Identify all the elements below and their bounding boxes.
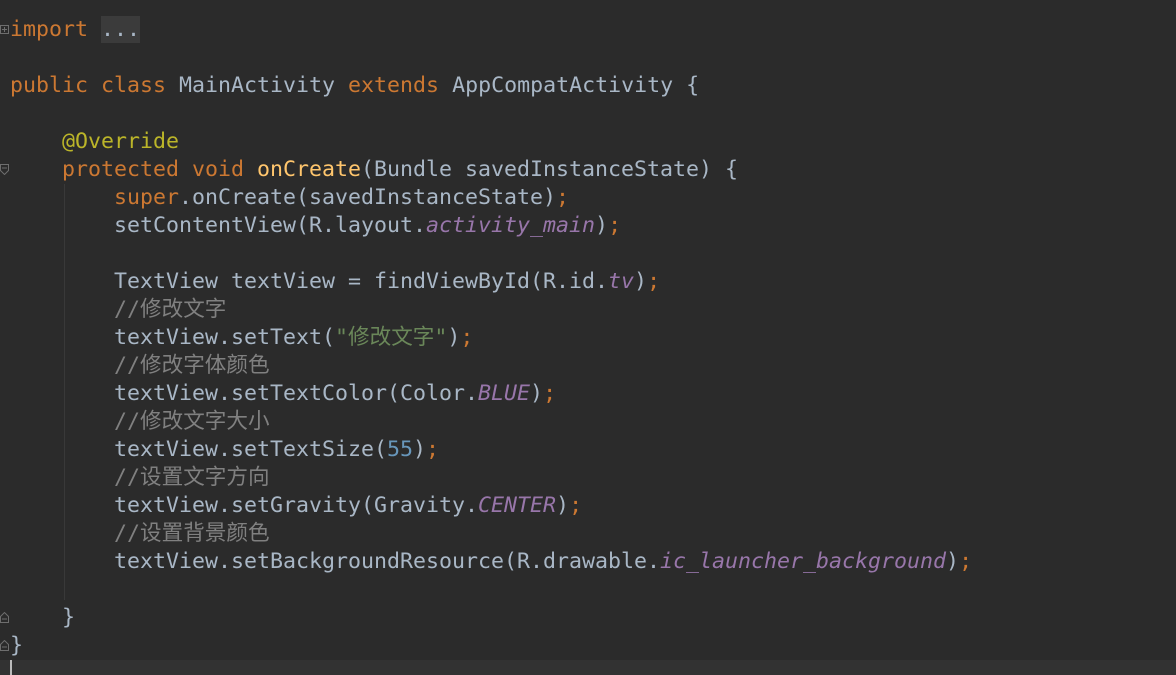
code-line[interactable] — [10, 44, 1176, 72]
identifier-token[interactable]: textView.setGravity(Gravity. — [10, 493, 478, 518]
code-line[interactable]: textView.setBackgroundResource(R.drawabl… — [10, 548, 1176, 576]
code-line[interactable]: textView.setTextColor(Color.BLUE); — [10, 380, 1176, 408]
semicolon-token[interactable]: ; — [959, 549, 972, 574]
identifier-token[interactable]: .onCreate(savedInstanceState) — [179, 185, 556, 210]
keyword-token[interactable]: void — [192, 157, 257, 182]
identifier-token[interactable]: } — [10, 605, 75, 630]
string-literal-token[interactable]: "修改文字" — [335, 325, 447, 350]
keyword-token[interactable]: protected — [10, 157, 192, 182]
identifier-token[interactable]: (Bundle savedInstanceState) { — [361, 157, 738, 182]
identifier-token[interactable]: ) — [530, 381, 543, 406]
current-line-highlight[interactable] — [0, 660, 1176, 675]
editor-gutter[interactable] — [0, 0, 10, 675]
identifier-token[interactable]: textView.setTextSize( — [10, 437, 387, 462]
code-line[interactable]: //设置背景颜色 — [10, 520, 1176, 548]
identifier-token[interactable]: setContentView(R.layout. — [10, 213, 426, 238]
code-line[interactable]: @Override — [10, 128, 1176, 156]
code-line[interactable] — [10, 100, 1176, 128]
code-line[interactable]: public class MainActivity extends AppCom… — [10, 72, 1176, 100]
identifier-token[interactable]: textView.setText( — [10, 325, 335, 350]
code-line[interactable]: super.onCreate(savedInstanceState); — [10, 184, 1176, 212]
identifier-token[interactable]: ) — [634, 269, 647, 294]
identifier-token[interactable]: ) — [413, 437, 426, 462]
keyword-token[interactable]: public — [10, 73, 101, 98]
code-line[interactable]: protected void onCreate(Bundle savedInst… — [10, 156, 1176, 184]
identifier-token[interactable]: ) — [447, 325, 460, 350]
code-area[interactable]: import ... public class MainActivity exte… — [10, 16, 1176, 660]
identifier-token[interactable]: ) — [556, 493, 569, 518]
constant-field-token[interactable]: BLUE — [478, 381, 530, 406]
fold-start-icon[interactable] — [0, 164, 9, 175]
identifier-token[interactable]: textView.setBackgroundResource(R.drawabl… — [10, 549, 660, 574]
identifier-token[interactable]: AppCompatActivity { — [452, 73, 699, 98]
semicolon-token[interactable]: ; — [543, 381, 556, 406]
identifier-token[interactable]: ) — [946, 549, 959, 574]
code-line[interactable]: import ... — [10, 16, 1176, 44]
folded-region[interactable]: ... — [101, 16, 141, 43]
annotation-token[interactable]: @Override — [10, 129, 179, 154]
comment-token[interactable]: //设置背景颜色 — [10, 521, 270, 546]
keyword-token[interactable]: super — [10, 185, 179, 210]
semicolon-token[interactable]: ; — [460, 325, 473, 350]
semicolon-token[interactable]: ; — [569, 493, 582, 518]
code-line[interactable]: } — [10, 632, 1176, 660]
semicolon-token[interactable]: ; — [426, 437, 439, 462]
code-line[interactable]: //修改文字 — [10, 296, 1176, 324]
semicolon-token[interactable]: ; — [647, 269, 660, 294]
code-line[interactable]: textView.setText("修改文字"); — [10, 324, 1176, 352]
constant-field-token[interactable]: CENTER — [478, 493, 556, 518]
code-line[interactable] — [10, 576, 1176, 604]
semicolon-token[interactable]: ; — [608, 213, 621, 238]
fold-end-icon[interactable] — [0, 640, 9, 651]
constant-field-token[interactable]: tv — [608, 269, 634, 294]
semicolon-token[interactable]: ; — [556, 185, 569, 210]
code-line[interactable]: TextView textView = findViewById(R.id.tv… — [10, 268, 1176, 296]
code-line[interactable]: //修改字体颜色 — [10, 352, 1176, 380]
keyword-token[interactable]: extends — [348, 73, 452, 98]
code-line[interactable]: textView.setTextSize(55); — [10, 436, 1176, 464]
number-literal-token[interactable]: 55 — [387, 437, 413, 462]
fold-end-icon[interactable] — [0, 612, 9, 623]
code-line[interactable]: } — [10, 604, 1176, 632]
code-editor[interactable]: import ... public class MainActivity exte… — [0, 0, 1176, 675]
comment-token[interactable]: //修改文字 — [10, 297, 226, 322]
comment-token[interactable]: //修改字体颜色 — [10, 353, 270, 378]
identifier-token[interactable]: TextView textView = findViewById(R.id. — [10, 269, 608, 294]
identifier-token[interactable]: MainActivity — [179, 73, 348, 98]
comment-token[interactable]: //设置文字方向 — [10, 465, 270, 490]
code-line[interactable]: textView.setGravity(Gravity.CENTER); — [10, 492, 1176, 520]
fold-expand-icon[interactable] — [0, 24, 9, 35]
comment-token[interactable]: //修改文字大小 — [10, 409, 270, 434]
code-line[interactable]: setContentView(R.layout.activity_main); — [10, 212, 1176, 240]
text-caret — [10, 660, 12, 675]
code-line[interactable]: //修改文字大小 — [10, 408, 1176, 436]
keyword-token[interactable]: import — [10, 17, 101, 42]
constant-field-token[interactable]: activity_main — [426, 213, 595, 238]
identifier-token[interactable]: textView.setTextColor(Color. — [10, 381, 478, 406]
identifier-token[interactable]: } — [10, 633, 23, 658]
identifier-token[interactable]: ) — [595, 213, 608, 238]
code-line[interactable] — [10, 240, 1176, 268]
keyword-token[interactable]: class — [101, 73, 179, 98]
method-name-token[interactable]: onCreate — [257, 157, 361, 182]
code-line[interactable]: //设置文字方向 — [10, 464, 1176, 492]
constant-field-token[interactable]: ic_launcher_background — [660, 549, 946, 574]
